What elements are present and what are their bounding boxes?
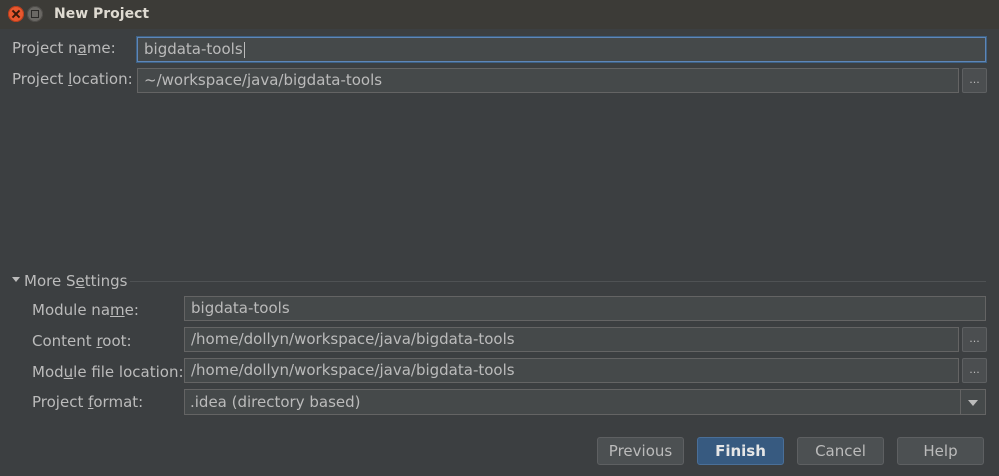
project-format-value: .idea (directory based) [190, 393, 361, 411]
project-location-label-text-a: Project [12, 70, 69, 88]
module-file-location-value: /home/dollyn/workspace/java/bigdata-tool… [191, 361, 515, 379]
project-location-label: Project location: [12, 70, 133, 88]
more-settings-toggle[interactable]: More Settings [12, 272, 128, 290]
title-bar: New Project [0, 0, 999, 29]
module-file-location-browse-button[interactable]: ... [962, 358, 987, 383]
module-file-label-text-a: Mod [32, 363, 64, 381]
project-name-label-text-a: Project n [12, 39, 78, 57]
finish-button[interactable]: Finish [697, 437, 784, 465]
close-window-icon[interactable] [8, 6, 24, 22]
module-file-location-label: Module file location: [32, 363, 184, 381]
content-root-label: Content root: [32, 332, 132, 350]
module-name-input[interactable]: bigdata-tools [184, 296, 986, 321]
content-root-input[interactable]: /home/dollyn/workspace/java/bigdata-tool… [184, 327, 959, 352]
module-file-label-text-b: le file location: [73, 363, 184, 381]
module-name-label-text-b: e: [124, 301, 139, 319]
project-name-input[interactable]: bigdata-tools [137, 37, 986, 62]
project-format-dropdown[interactable]: .idea (directory based) [184, 389, 986, 415]
project-name-label-mnemonic: a [77, 39, 87, 57]
more-settings-separator [130, 281, 986, 282]
content-root-label-text-a: Content [32, 332, 97, 350]
content-root-label-text-b: oot: [102, 332, 132, 350]
module-file-label-mnemonic: u [63, 363, 74, 381]
help-button[interactable]: Help [897, 437, 984, 465]
project-format-label: Project format: [32, 393, 143, 411]
module-name-label-mnemonic: m [110, 301, 125, 319]
module-file-location-input[interactable]: /home/dollyn/workspace/java/bigdata-tool… [184, 358, 959, 383]
maximize-window-icon[interactable] [27, 6, 43, 22]
project-location-label-text-b: ocation: [72, 70, 133, 88]
project-format-label-text-b: ormat: [93, 393, 144, 411]
previous-button[interactable]: Previous [597, 437, 684, 465]
more-settings-mnemonic: e [75, 272, 85, 290]
project-format-label-text-a: Project [32, 393, 89, 411]
text-caret [243, 41, 245, 58]
more-settings-text-a: More S [24, 272, 76, 290]
module-name-label-text-a: Module na [32, 301, 111, 319]
project-name-label-text-b: me: [86, 39, 116, 57]
window-title: New Project [54, 6, 150, 22]
project-location-value: ~/workspace/java/bigdata-tools [144, 71, 383, 89]
dropdown-arrow-icon[interactable] [960, 390, 985, 414]
module-name-value: bigdata-tools [191, 299, 290, 317]
expand-triangle-icon [12, 277, 20, 282]
project-name-label: Project name: [12, 39, 116, 57]
content-root-value: /home/dollyn/workspace/java/bigdata-tool… [191, 330, 515, 348]
project-location-browse-button[interactable]: ... [962, 68, 987, 93]
content-root-browse-button[interactable]: ... [962, 327, 987, 352]
project-location-input[interactable]: ~/workspace/java/bigdata-tools [137, 68, 959, 93]
new-project-dialog: New Project Project name: bigdata-tools … [0, 0, 999, 476]
more-settings-text-b: ttings [84, 272, 128, 290]
cancel-button[interactable]: Cancel [797, 437, 884, 465]
project-name-value: bigdata-tools [144, 40, 243, 58]
module-name-label: Module name: [32, 301, 139, 319]
